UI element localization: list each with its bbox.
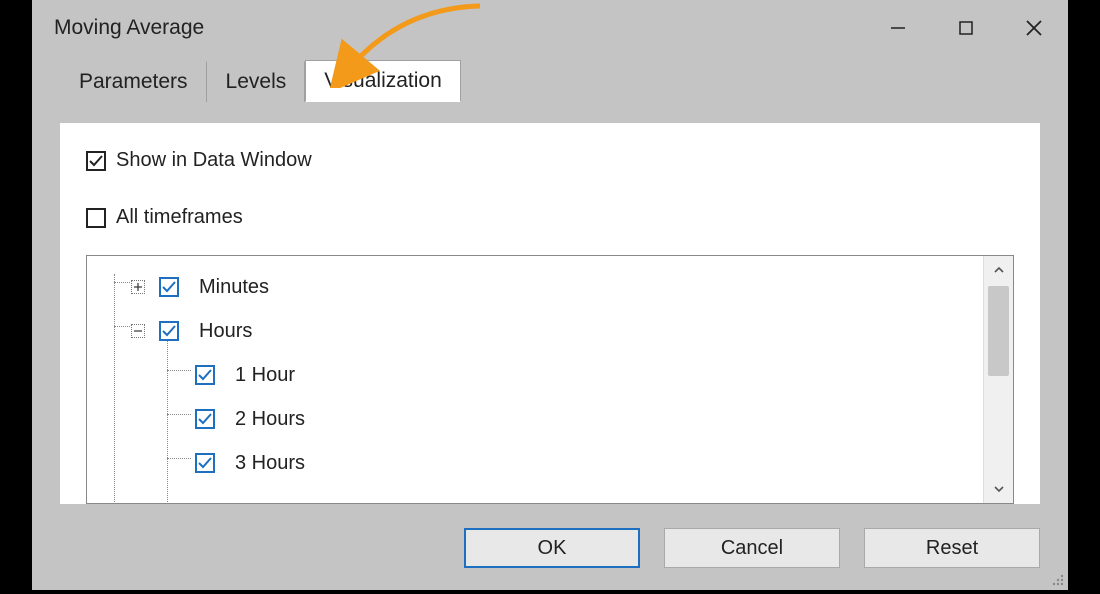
check-icon [197,455,213,471]
maximize-icon [958,20,974,36]
tree-row-1-hour: 1 Hour [107,356,983,394]
scroll-up-button[interactable] [984,256,1013,284]
label-1-hour: 1 Hour [235,364,295,387]
tab-parameters[interactable]: Parameters [60,61,207,102]
checkbox-hours[interactable] [159,321,179,341]
titlebar: Moving Average [32,0,1068,56]
check-icon [161,279,177,295]
dialog-moving-average: Moving Average Parameters Levels Visuali… [32,0,1068,590]
chevron-up-icon [993,264,1005,276]
close-icon [1025,19,1043,37]
checkbox-show-in-data-window[interactable] [86,151,106,171]
collapse-hours[interactable] [131,324,145,338]
checkbox-minutes[interactable] [159,277,179,297]
scroll-thumb[interactable] [988,286,1009,376]
reset-button[interactable]: Reset [864,528,1040,568]
expand-minutes[interactable] [131,280,145,294]
close-button[interactable] [1000,0,1068,56]
check-icon [197,411,213,427]
row-all-timeframes: All timeframes [86,206,1040,229]
minimize-button[interactable] [864,0,932,56]
plus-icon [133,282,143,292]
minus-icon [133,326,143,336]
ok-button[interactable]: OK [464,528,640,568]
window-title: Moving Average [54,16,864,40]
check-icon [161,323,177,339]
label-hours: Hours [199,320,252,343]
tab-visualization[interactable]: Visualization [305,60,461,102]
visualization-panel: Show in Data Window All timeframes [60,123,1040,504]
resize-grip[interactable] [1048,570,1066,588]
resize-grip-icon [1048,570,1066,588]
scroll-down-button[interactable] [984,475,1013,503]
checkbox-2-hours[interactable] [195,409,215,429]
checkbox-3-hours[interactable] [195,453,215,473]
label-minutes: Minutes [199,276,269,299]
dialog-buttons: OK Cancel Reset [464,528,1040,568]
label-3-hours: 3 Hours [235,452,305,475]
label-show-in-data-window: Show in Data Window [116,149,312,172]
checkbox-1-hour[interactable] [195,365,215,385]
label-2-hours: 2 Hours [235,408,305,431]
check-icon [197,367,213,383]
timeframe-tree: Minutes Hours [86,255,1014,504]
check-icon [88,153,104,169]
tree-row-3-hours: 3 Hours [107,444,983,482]
tree-row-2-hours: 2 Hours [107,400,983,438]
tree-scrollbar[interactable] [983,256,1013,503]
checkbox-all-timeframes[interactable] [86,208,106,228]
cancel-button[interactable]: Cancel [664,528,840,568]
tab-row: Parameters Levels Visualization [32,56,1068,102]
tab-levels[interactable]: Levels [207,61,306,102]
tree-body: Minutes Hours [87,256,983,503]
tree-row-minutes: Minutes [107,268,983,306]
maximize-button[interactable] [932,0,1000,56]
chevron-down-icon [993,483,1005,495]
row-show-in-data-window: Show in Data Window [86,149,1040,172]
tree-row-hours: Hours [107,312,983,350]
label-all-timeframes: All timeframes [116,206,243,229]
minimize-icon [890,20,906,36]
